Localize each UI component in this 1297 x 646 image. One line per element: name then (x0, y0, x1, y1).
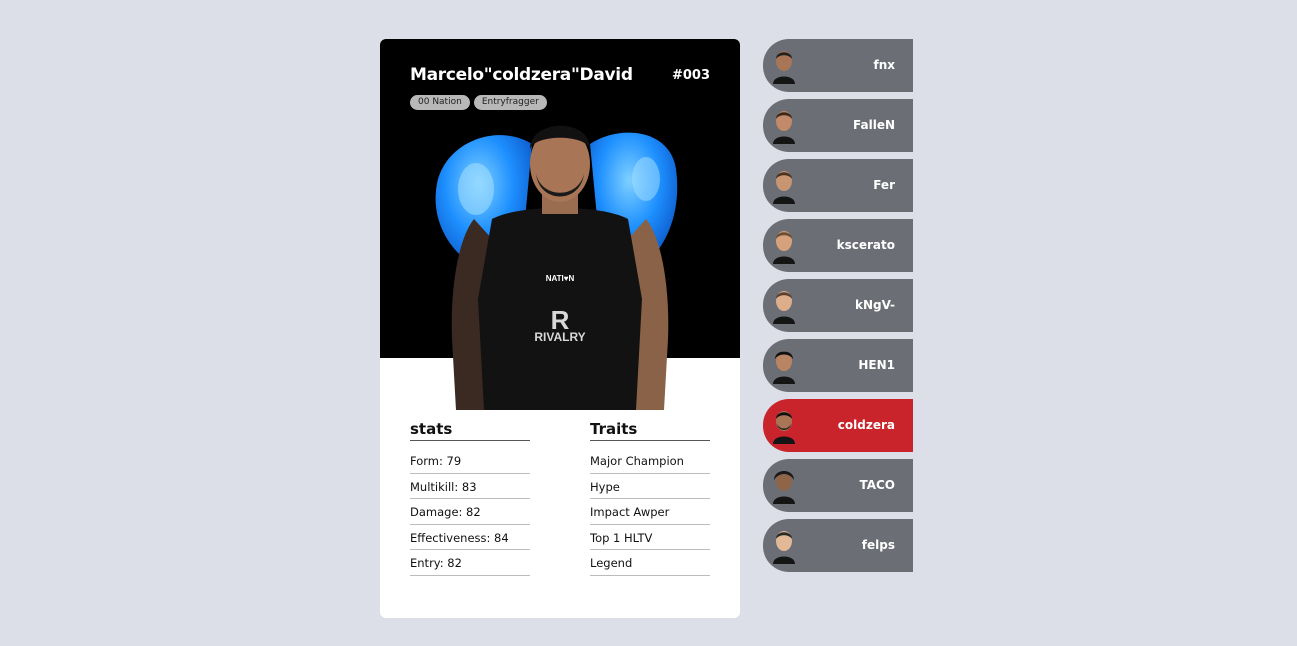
roster-item-kscerato[interactable]: kscerato (763, 219, 913, 272)
player-tags: 00 Nation Entryfragger (410, 95, 547, 110)
roster-label: fnx (873, 58, 895, 72)
stats-title: stats (410, 420, 530, 441)
trait-item: Hype (590, 474, 710, 499)
roster-label: kNgV- (854, 298, 895, 312)
stat-item: Entry: 82 (410, 550, 530, 576)
roster-label: Fer (873, 178, 895, 192)
player-avatar-icon (773, 411, 795, 444)
player-avatar-icon (773, 531, 795, 564)
player-avatar-icon (773, 471, 795, 504)
roster-label: HEN1 (858, 358, 895, 372)
roster-item-hen1[interactable]: HEN1 (763, 339, 913, 392)
roster-label: FalleN (853, 118, 895, 132)
player-avatar-icon (773, 51, 795, 84)
player-roster: fnx FalleN Fer kscerato kNgV- HEN1 coldz… (763, 39, 913, 579)
player-name: Marcelo"coldzera"David (410, 65, 633, 85)
player-avatar-icon (773, 231, 795, 264)
roster-label: felps (861, 538, 895, 552)
roster-item-fer[interactable]: Fer (763, 159, 913, 212)
roster-item-fnx[interactable]: fnx (763, 39, 913, 92)
stat-item: Effectiveness: 84 (410, 525, 530, 550)
trait-item: Major Champion (590, 448, 710, 474)
player-avatar-icon (773, 111, 795, 144)
stats-list: Form: 79 Multikill: 83 Damage: 82 Effect… (410, 448, 530, 576)
player-card: NATI♥N R RIVALRY Marcelo"coldzera"David … (380, 39, 740, 618)
roster-item-felps[interactable]: felps (763, 519, 913, 572)
roster-label: coldzera (837, 418, 895, 432)
svg-text:RIVALRY: RIVALRY (534, 330, 585, 344)
traits-title: Traits (590, 420, 710, 441)
player-avatar-icon (773, 291, 795, 324)
stat-item: Form: 79 (410, 448, 530, 474)
tag-team: 00 Nation (410, 95, 470, 110)
trait-item: Impact Awper (590, 499, 710, 525)
tag-role: Entryfragger (473, 95, 547, 110)
player-avatar-icon (773, 171, 795, 204)
trait-item: Legend (590, 550, 710, 576)
stat-item: Multikill: 83 (410, 474, 530, 499)
roster-label: TACO (859, 478, 895, 492)
stat-item: Damage: 82 (410, 499, 530, 525)
player-number: #003 (671, 68, 710, 83)
traits-list: Major Champion Hype Impact Awper Top 1 H… (590, 448, 710, 576)
trait-item: Top 1 HLTV (590, 525, 710, 550)
roster-item-kngv[interactable]: kNgV- (763, 279, 913, 332)
player-avatar-icon (773, 351, 795, 384)
roster-label: kscerato (836, 238, 895, 252)
roster-item-coldzera[interactable]: coldzera (763, 399, 913, 452)
roster-item-fallen[interactable]: FalleN (763, 99, 913, 152)
svg-text:NATI♥N: NATI♥N (546, 274, 575, 283)
roster-item-taco[interactable]: TACO (763, 459, 913, 512)
